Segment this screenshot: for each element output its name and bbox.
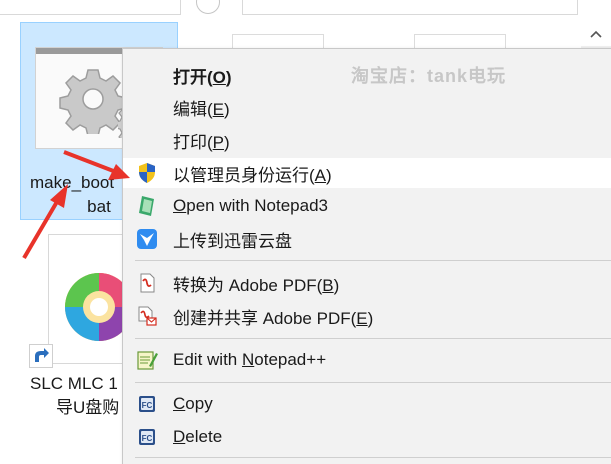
menu-item-print[interactable]: 打印(P) <box>123 125 611 155</box>
accelerator-key: A <box>314 165 327 185</box>
menu-separator <box>135 260 611 261</box>
file-icon-background-2[interactable] <box>414 34 506 49</box>
svg-text:FC: FC <box>142 401 153 410</box>
menu-label: Edit with <box>173 350 242 369</box>
fc-copy-icon: FC <box>136 393 158 415</box>
accelerator-key: E <box>356 308 368 328</box>
menu-label: 打开 <box>173 67 207 87</box>
menu-item-upload-xunlei[interactable]: 上传到迅雷云盘 <box>123 224 611 254</box>
menu-separator <box>135 382 611 383</box>
menu-item-run-as-admin[interactable]: 以管理员身份运行(A) <box>123 158 611 188</box>
accelerator-key: P <box>212 132 225 152</box>
menu-label: otepad++ <box>254 350 327 369</box>
accelerator-key: B <box>322 275 334 295</box>
menu-separator <box>135 338 611 339</box>
menu-item-edit[interactable]: 编辑(E) <box>123 92 611 122</box>
menu-label: 上传到迅雷云盘 <box>173 231 292 251</box>
menu-label: 打印 <box>173 132 207 152</box>
accelerator-key: N <box>241 350 255 369</box>
file-icon-background-1[interactable] <box>232 34 324 49</box>
toolbar-fragment-left <box>0 0 181 15</box>
menu-label: 创建并共享 Adobe PDF <box>173 308 351 328</box>
menu-item-copy[interactable]: FC Copy <box>123 389 611 419</box>
search-box-fragment[interactable] <box>242 0 578 15</box>
menu-item-open-with-notepad3[interactable]: Open with Notepad3 <box>123 191 611 221</box>
adobe-pdf-icon <box>136 272 158 294</box>
menu-item-create-share-pdf[interactable]: 创建并共享 Adobe PDF(E) <box>123 301 611 331</box>
menu-label: 以管理员身份运行 <box>173 165 309 185</box>
notepad3-icon <box>136 195 158 217</box>
menu-label: pen with Notepad3 <box>186 196 329 215</box>
accelerator-key: O <box>173 196 187 215</box>
scroll-up-arrow-icon[interactable] <box>581 22 611 46</box>
accelerator-key: D <box>173 427 186 446</box>
context-menu: 淘宝店：tank电玩 打开(O) 编辑(E) 打印(P) 以管理员身份运行(A)… <box>122 48 611 464</box>
menu-item-open[interactable]: 打开(O) <box>123 60 611 90</box>
accelerator-key: E <box>212 99 225 119</box>
fc-delete-icon: FC <box>136 426 158 448</box>
refresh-button[interactable] <box>196 0 220 14</box>
menu-label: opy <box>185 394 213 413</box>
menu-item-delete[interactable]: FC Delete <box>123 422 611 452</box>
menu-item-convert-pdf[interactable]: 转换为 Adobe PDF(B) <box>123 268 611 298</box>
accelerator-key: C <box>173 394 186 413</box>
menu-item-edit-notepadpp[interactable]: Edit with Notepad++ <box>123 345 611 375</box>
notepadpp-icon <box>136 349 158 371</box>
accelerator-key: O <box>212 67 226 87</box>
menu-label: 转换为 Adobe PDF <box>173 275 317 295</box>
xunlei-bird-icon <box>136 228 158 250</box>
menu-label: elete <box>185 427 223 446</box>
menu-separator <box>135 457 611 458</box>
svg-text:FC: FC <box>142 434 153 443</box>
file-item-slc-mlc-shortcut[interactable]: SLC MLC 1 导U盘购 <box>20 232 146 422</box>
uac-shield-icon <box>136 162 158 184</box>
menu-label: 编辑 <box>173 99 207 119</box>
adobe-pdf-share-icon <box>136 305 158 327</box>
shortcut-arrow-icon <box>29 344 53 368</box>
